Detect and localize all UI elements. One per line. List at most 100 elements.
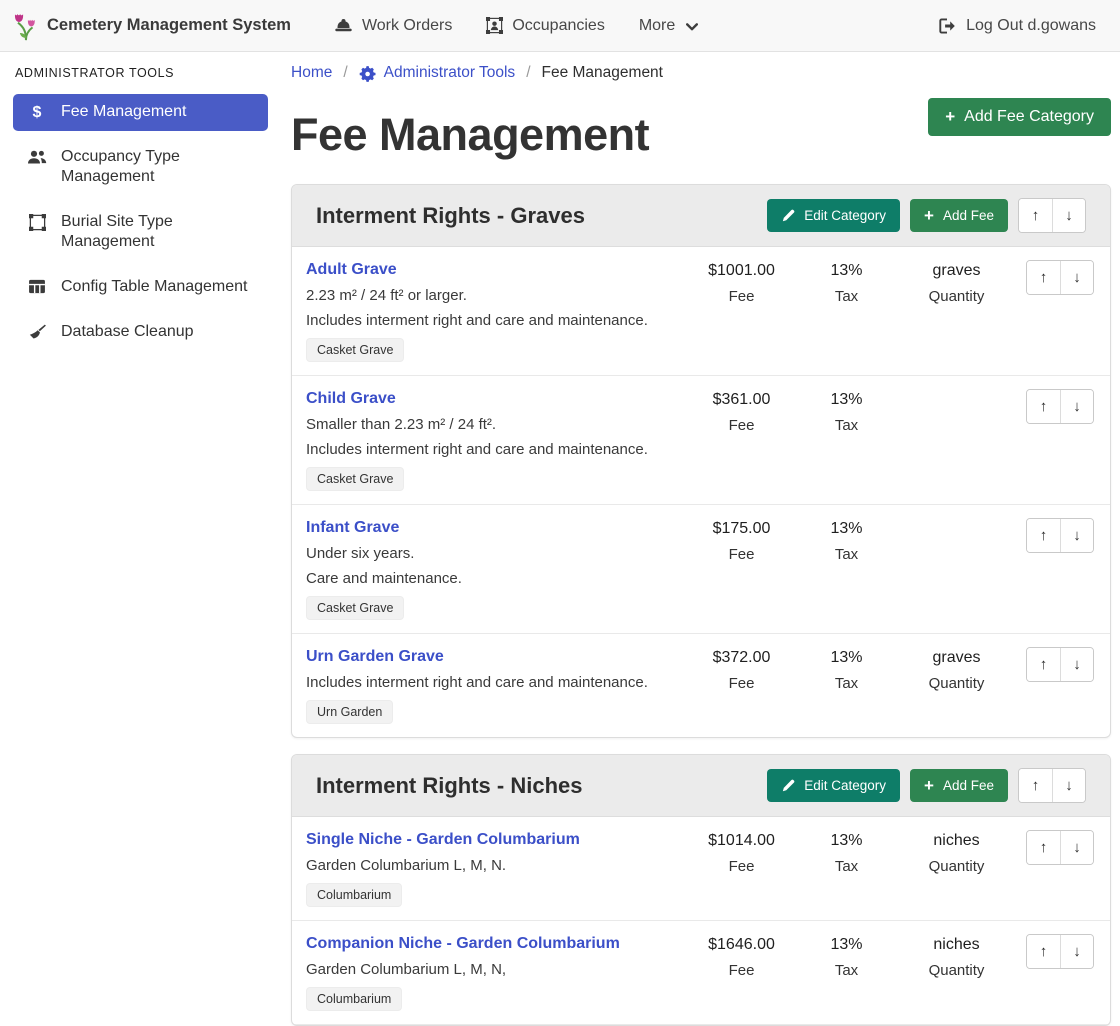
fee-row: Adult Grave 2.23 m² / 24 ft² or larger.I… [292,247,1110,376]
fee-amount: $175.00 [689,520,794,538]
sidebar-nav: $ Fee Management Occupancy Type Manageme… [13,94,268,351]
fee-amount-column: $1001.00 Fee [689,260,794,305]
breadcrumb-separator: / [343,64,347,82]
fee-quantity: graves [899,262,1014,280]
fee-quantity-label: Quantity [899,675,1014,692]
nav-work-orders[interactable]: Work Orders [317,9,469,43]
person-frame-icon [486,17,503,34]
move-fee-down-button[interactable]: ↓ [1060,261,1093,294]
fee-tax: 13% [794,649,899,667]
fee-tax-label: Tax [794,858,899,875]
move-fee-up-button[interactable]: ↑ [1027,648,1060,681]
move-fee-up-button[interactable]: ↑ [1027,935,1060,968]
move-fee-down-button[interactable]: ↓ [1060,648,1093,681]
app-title: Cemetery Management System [47,16,291,35]
fee-tax-column: 13% Tax [794,389,899,434]
sidebar-item-occupancy-type-management[interactable]: Occupancy Type Management [13,139,268,196]
add-fee-button[interactable]: + Add Fee [910,769,1008,802]
fee-name-link[interactable]: Infant Grave [306,519,399,537]
sidebar-item-burial-site-type-management[interactable]: Burial Site Type Management [13,204,268,261]
dollar-icon: $ [26,104,48,121]
breadcrumb-admin-tools-link[interactable]: Administrator Tools [359,64,516,82]
move-fee-up-button[interactable]: ↑ [1027,519,1060,552]
sidebar-item-label: Config Table Management [61,277,248,297]
fee-row: Child Grave Smaller than 2.23 m² / 24 ft… [292,376,1110,505]
fee-row: Urn Garden Grave Includes interment righ… [292,634,1110,737]
fee-tax-column: 13% Tax [794,934,899,979]
add-fee-category-button[interactable]: + Add Fee Category [928,98,1111,136]
nav-logout[interactable]: Log Out d.gowans [921,9,1096,43]
sidebar-heading: ADMINISTRATOR TOOLS [15,66,268,80]
move-fee-down-button[interactable]: ↓ [1060,519,1093,552]
main-content: Home / Administrator Tools / Fee Managem… [280,52,1120,939]
plus-icon: + [924,779,934,793]
fee-tax-column: 13% Tax [794,647,899,692]
broom-icon [26,324,48,340]
sidebar-item-label: Database Cleanup [61,322,194,342]
fee-description: Includes interment right and care and ma… [306,312,681,329]
move-fee-down-button[interactable]: ↓ [1060,390,1093,423]
move-fee-down-button[interactable]: ↓ [1060,935,1093,968]
breadcrumb-current: Fee Management [542,64,664,82]
fee-tax-column: 13% Tax [794,260,899,305]
fee-type-badge: Casket Grave [306,596,404,620]
fee-description: Garden Columbarium L, M, N, [306,961,681,978]
people-icon [26,149,48,165]
sidebar-item-fee-management[interactable]: $ Fee Management [13,94,268,131]
add-fee-button[interactable]: + Add Fee [910,199,1008,232]
fee-type-badge: Urn Garden [306,700,393,724]
fee-tax-label: Tax [794,288,899,305]
move-category-up-button[interactable]: ↑ [1019,199,1052,232]
fee-tax: 13% [794,832,899,850]
nav-more[interactable]: More [622,9,715,43]
fee-tax: 13% [794,391,899,409]
breadcrumb-home-link[interactable]: Home [291,64,332,82]
move-fee-down-button[interactable]: ↓ [1060,831,1093,864]
fee-type-badge: Casket Grave [306,338,404,362]
fee-description: Care and maintenance. [306,570,681,587]
fee-quantity-column [899,389,1014,397]
table-icon [26,279,48,294]
breadcrumb: Home / Administrator Tools / Fee Managem… [291,64,1111,82]
app-brand: Cemetery Management System [14,11,291,41]
edit-category-button[interactable]: Edit Category [767,769,900,802]
fee-name-link[interactable]: Child Grave [306,390,396,408]
move-fee-up-button[interactable]: ↑ [1027,831,1060,864]
fee-name-link[interactable]: Urn Garden Grave [306,648,444,666]
fee-amount-label: Fee [689,546,794,563]
fee-row: Single Niche - Garden Columbarium Garden… [292,817,1110,921]
fee-name-link[interactable]: Companion Niche - Garden Columbarium [306,935,620,953]
fee-amount: $1014.00 [689,832,794,850]
fee-quantity-label: Quantity [899,288,1014,305]
move-category-down-button[interactable]: ↓ [1052,199,1085,232]
move-category-down-button[interactable]: ↓ [1052,769,1085,802]
sidebar-item-database-cleanup[interactable]: Database Cleanup [13,314,268,351]
fee-quantity-label: Quantity [899,962,1014,979]
fee-amount-column: $1646.00 Fee [689,934,794,979]
fee-category-card: Interment Rights - Graves Edit Category … [291,184,1111,738]
sidebar-item-config-table-management[interactable]: Config Table Management [13,269,268,306]
fee-quantity-column: niches Quantity [899,934,1014,979]
move-fee-up-button[interactable]: ↑ [1027,261,1060,294]
primary-nav: Work Orders Occupancies More [317,9,715,43]
tulip-logo-icon [14,11,37,41]
nav-occupancies[interactable]: Occupancies [469,9,622,43]
fee-tax-column: 13% Tax [794,518,899,563]
fee-amount-label: Fee [689,417,794,434]
fee-name-link[interactable]: Single Niche - Garden Columbarium [306,831,580,849]
edit-category-button[interactable]: Edit Category [767,199,900,232]
fee-amount: $361.00 [689,391,794,409]
fee-amount: $372.00 [689,649,794,667]
pencil-icon [781,779,795,793]
fee-amount-label: Fee [689,675,794,692]
fee-tax-column: 13% Tax [794,830,899,875]
fee-type-badge: Columbarium [306,883,402,907]
category-header: Interment Rights - Niches Edit Category … [292,755,1110,817]
category-title: Interment Rights - Graves [316,203,585,229]
breadcrumb-separator: / [526,64,530,82]
fee-name-link[interactable]: Adult Grave [306,261,397,279]
move-fee-up-button[interactable]: ↑ [1027,390,1060,423]
move-category-up-button[interactable]: ↑ [1019,769,1052,802]
sidebar-item-label: Fee Management [61,102,186,122]
gear-icon [359,65,376,82]
